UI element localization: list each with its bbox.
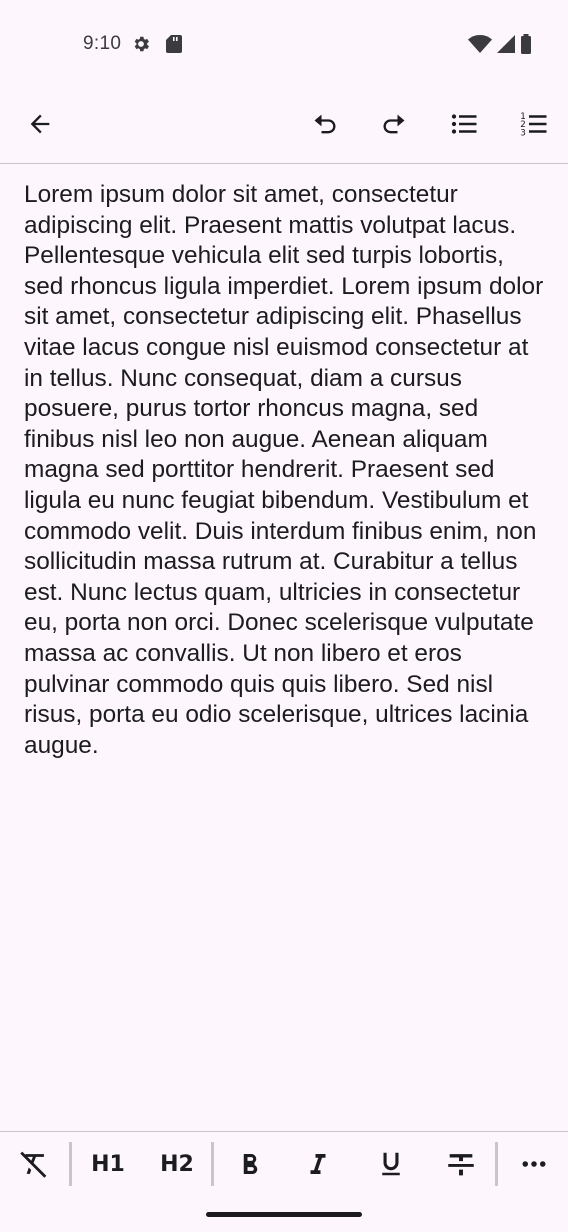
sd-card-icon — [166, 35, 182, 53]
redo-icon — [383, 114, 405, 134]
more-icon — [522, 1161, 546, 1167]
status-indicators — [468, 34, 532, 54]
more-button[interactable] — [510, 1140, 558, 1188]
format-separator — [69, 1142, 72, 1186]
back-arrow-icon — [30, 114, 50, 134]
signal-icon — [497, 35, 515, 53]
numbered-list-button[interactable]: 1 2 3 — [510, 100, 558, 148]
strikethrough-icon — [448, 1154, 474, 1176]
undo-icon — [314, 114, 336, 134]
settings-icon — [134, 36, 149, 52]
redo-button[interactable] — [370, 100, 418, 148]
bulleted-list-button[interactable] — [440, 100, 488, 148]
undo-button[interactable] — [301, 100, 349, 148]
editor-toolbar: 1 2 3 — [0, 88, 568, 163]
bulleted-list-icon — [451, 114, 477, 134]
h1-label: H1 — [91, 1151, 125, 1177]
clear-format-icon — [20, 1151, 47, 1178]
home-indicator[interactable] — [206, 1212, 362, 1217]
underline-icon — [382, 1152, 400, 1176]
status-time: 9:10 — [83, 33, 122, 54]
h2-button[interactable]: H2 — [153, 1140, 201, 1188]
clear-format-button[interactable] — [10, 1140, 58, 1188]
svg-text:3: 3 — [520, 128, 526, 138]
underline-button[interactable] — [367, 1140, 415, 1188]
h2-label: H2 — [160, 1151, 194, 1177]
format-separator — [495, 1142, 498, 1186]
h1-button[interactable]: H1 — [84, 1140, 132, 1188]
strikethrough-button[interactable] — [437, 1140, 485, 1188]
bold-icon — [243, 1154, 258, 1174]
battery-icon — [521, 34, 531, 54]
format-separator — [211, 1142, 214, 1186]
format-bar: H1 H2 — [0, 1131, 568, 1196]
italic-button[interactable] — [294, 1140, 342, 1188]
bold-button[interactable] — [226, 1140, 274, 1188]
wifi-icon — [468, 35, 492, 53]
status-bar: 9:10 — [0, 0, 568, 88]
toolbar-divider — [0, 163, 568, 164]
back-button[interactable] — [16, 100, 64, 148]
numbered-list-icon: 1 2 3 — [520, 112, 547, 138]
italic-icon — [310, 1154, 326, 1174]
editor-content[interactable]: Lorem ipsum dolor sit amet, consectetur … — [24, 180, 550, 761]
